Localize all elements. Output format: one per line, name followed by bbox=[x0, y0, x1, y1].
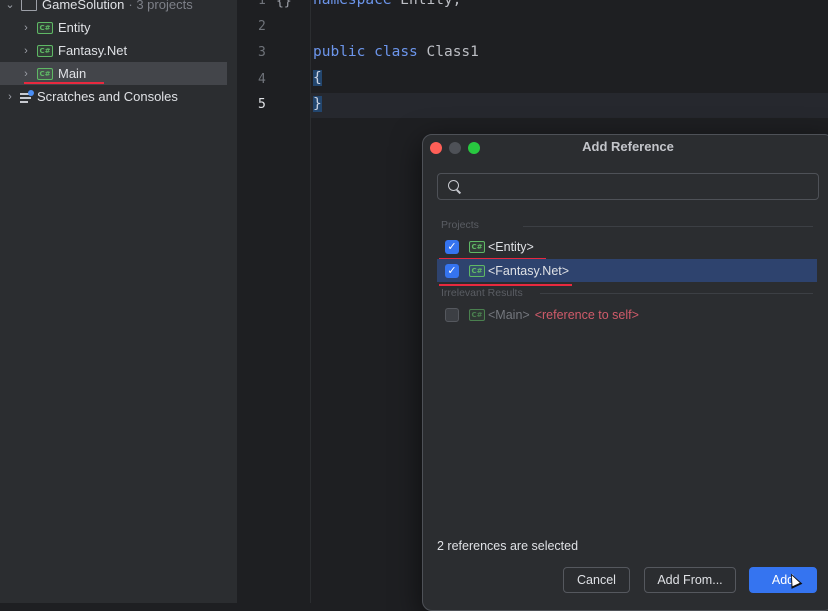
chevron-right-icon[interactable]: › bbox=[20, 22, 32, 34]
reference-item-entity[interactable]: ✓ C# <Entity> bbox=[437, 235, 817, 258]
code-line-4[interactable]: { bbox=[313, 70, 322, 86]
tree-item-label: Scratches and Consoles bbox=[37, 89, 178, 104]
editor-gutter bbox=[238, 0, 311, 603]
tree-item-fantasy-net[interactable]: › C# Fantasy.Net bbox=[20, 39, 127, 62]
search-field[interactable] bbox=[437, 173, 819, 200]
csharp-project-icon: C# bbox=[37, 67, 53, 80]
solution-icon bbox=[21, 0, 37, 11]
solution-meta: · 3 projects bbox=[128, 0, 193, 12]
search-input[interactable] bbox=[466, 176, 810, 197]
tree-item-scratches[interactable]: › Scratches and Consoles bbox=[4, 85, 178, 108]
chevron-right-icon[interactable]: › bbox=[20, 68, 32, 80]
reference-to-self-note: <reference to self> bbox=[534, 307, 639, 322]
chevron-right-icon[interactable]: › bbox=[4, 91, 16, 103]
tree-item-entity[interactable]: › C# Entity bbox=[20, 16, 91, 39]
reference-item-fantasy-net[interactable]: ✓ C# <Fantasy.Net> bbox=[437, 259, 817, 282]
section-divider bbox=[523, 226, 813, 227]
selection-status: 2 references are selected bbox=[437, 539, 579, 553]
reference-item-main[interactable]: C# <Main> <reference to self> bbox=[437, 303, 817, 326]
reference-item-label: <Entity> bbox=[488, 239, 534, 254]
solution-name: GameSolution bbox=[42, 0, 125, 12]
csharp-project-icon: C# bbox=[469, 264, 485, 277]
scratches-icon bbox=[20, 89, 34, 103]
csharp-project-icon: C# bbox=[37, 44, 53, 57]
tree-item-label: Fantasy.Net bbox=[58, 43, 128, 58]
checkbox-checked[interactable]: ✓ bbox=[445, 263, 459, 278]
tree-item-label: Main bbox=[58, 66, 87, 81]
tree-root-row[interactable]: ⌄ GameSolution · 3 projects bbox=[4, 0, 193, 16]
code-line-1[interactable]: namespace Entity; bbox=[313, 0, 461, 8]
chevron-right-icon[interactable]: › bbox=[20, 45, 32, 57]
csharp-project-icon: C# bbox=[469, 308, 485, 321]
csharp-project-icon: C# bbox=[37, 21, 53, 34]
checkbox-checked[interactable]: ✓ bbox=[445, 239, 459, 254]
current-line-highlight bbox=[311, 93, 828, 118]
cancel-button[interactable]: Cancel bbox=[563, 567, 630, 593]
csharp-project-icon: C# bbox=[469, 240, 485, 253]
add-button[interactable]: Add bbox=[749, 567, 817, 593]
code-line-3[interactable]: public class Class1 bbox=[313, 44, 479, 60]
section-label-projects: Projects bbox=[441, 219, 479, 231]
tree-item-label: Entity bbox=[58, 20, 91, 35]
section-label-irrelevant: Irrelevant Results bbox=[441, 287, 523, 299]
search-icon bbox=[448, 180, 459, 191]
checkbox-unchecked[interactable] bbox=[445, 307, 459, 322]
annotation-underline bbox=[24, 82, 104, 84]
code-line-5[interactable]: } bbox=[313, 96, 322, 112]
fold-marker-icon[interactable]: {} bbox=[276, 0, 292, 9]
add-from-button[interactable]: Add From... bbox=[644, 567, 736, 593]
reference-item-label: <Fantasy.Net> bbox=[488, 263, 570, 278]
line-number: 4 bbox=[258, 72, 266, 87]
dialog-title: Add Reference bbox=[582, 139, 674, 154]
chevron-down-icon[interactable]: ⌄ bbox=[4, 0, 16, 11]
line-number: 2 bbox=[258, 19, 266, 34]
add-reference-dialog: Add Reference Projects ✓ C# <Entity> ✓ C… bbox=[422, 134, 828, 611]
section-divider bbox=[540, 293, 813, 294]
project-tree-panel: ⌄ GameSolution · 3 projects › C# Entity … bbox=[0, 0, 238, 603]
reference-item-label: <Main> bbox=[488, 307, 530, 322]
annotation-underline bbox=[439, 284, 572, 286]
